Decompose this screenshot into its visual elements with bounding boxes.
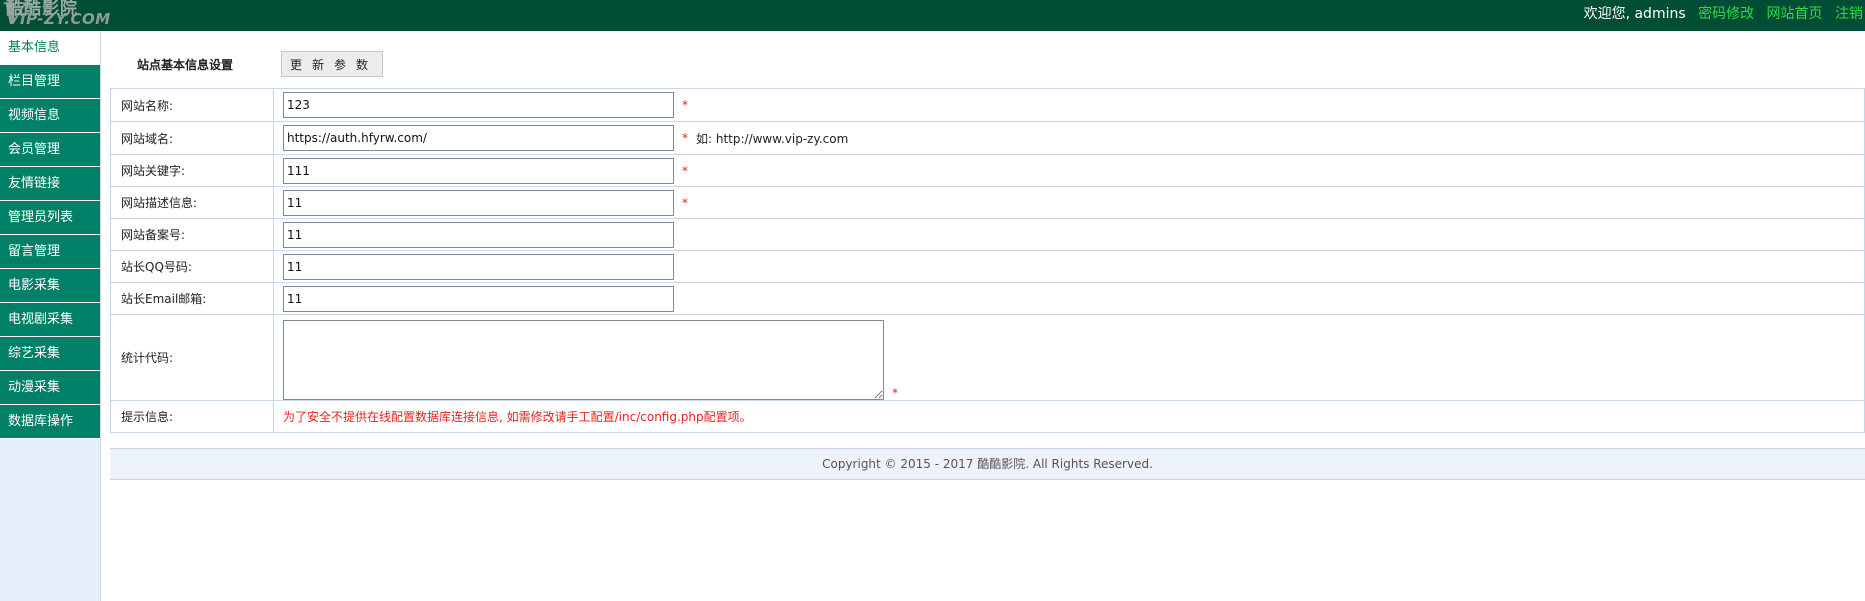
required-mark: * bbox=[892, 386, 898, 400]
required-mark: * bbox=[682, 131, 688, 145]
keywords-label: 网站关键字: bbox=[111, 155, 274, 186]
stats-code-label: 统计代码: bbox=[111, 315, 274, 400]
top-nav: 欢迎您, admins 密码修改 网站首页 注销 bbox=[1584, 3, 1863, 23]
row-qq: 站长QQ号码: bbox=[111, 251, 1864, 283]
logo-domain: IP-ZY.COM bbox=[20, 10, 111, 28]
page-title: 站点基本信息设置 bbox=[137, 58, 234, 72]
sidebar-item-videos[interactable]: 视频信息 bbox=[0, 99, 100, 133]
tip-label: 提示信息: bbox=[111, 401, 274, 432]
sidebar-item-tv-collect[interactable]: 电视剧采集 bbox=[0, 303, 100, 337]
row-site-name: 网站名称: * bbox=[111, 89, 1864, 122]
sidebar-item-messages[interactable]: 留言管理 bbox=[0, 235, 100, 269]
sidebar-item-category[interactable]: 栏目管理 bbox=[0, 65, 100, 99]
welcome-text: 欢迎您, admins bbox=[1583, 6, 1686, 22]
row-email: 站长Email邮箱: bbox=[111, 283, 1864, 315]
settings-form: 网站名称: * 网站域名: * 如: http://www.vip-zy.com… bbox=[110, 88, 1865, 433]
row-description: 网站描述信息: * bbox=[111, 187, 1864, 219]
description-label: 网站描述信息: bbox=[111, 187, 274, 218]
row-stats-code: 统计代码: * bbox=[111, 315, 1864, 401]
change-password-link[interactable]: 密码修改 bbox=[1698, 6, 1754, 22]
description-input[interactable] bbox=[283, 189, 674, 216]
footer-copyright: Copyright © 2015 - 2017 酷酷影院. All Rights… bbox=[110, 448, 1865, 480]
sidebar-item-database[interactable]: 数据库操作 bbox=[0, 405, 100, 439]
sidebar-item-members[interactable]: 会员管理 bbox=[0, 133, 100, 167]
required-mark: * bbox=[682, 195, 688, 210]
stats-code-textarea[interactable] bbox=[283, 320, 884, 400]
sidebar-item-admins[interactable]: 管理员列表 bbox=[0, 201, 100, 235]
qq-label: 站长QQ号码: bbox=[111, 251, 274, 282]
logout-link[interactable]: 注销 bbox=[1835, 6, 1863, 22]
sidebar-item-movie-collect[interactable]: 电影采集 bbox=[0, 269, 100, 303]
site-domain-label: 网站域名: bbox=[111, 122, 274, 154]
sidebar-item-variety-collect[interactable]: 综艺采集 bbox=[0, 337, 100, 371]
sidebar-item-basic-info[interactable]: 基本信息 bbox=[0, 31, 100, 65]
row-icp: 网站备案号: bbox=[111, 219, 1864, 251]
keywords-input[interactable] bbox=[283, 157, 674, 184]
required-mark: * bbox=[682, 163, 688, 178]
site-logo[interactable]: V 酷酷影院 IP-ZY.COM bbox=[0, 0, 130, 32]
email-label: 站长Email邮箱: bbox=[111, 283, 274, 314]
site-name-input[interactable] bbox=[283, 92, 674, 118]
required-mark: * bbox=[682, 98, 688, 112]
domain-hint: 如: http://www.vip-zy.com bbox=[696, 131, 849, 146]
main-content: 站点基本信息设置 更新参数 网站名称: * 网站域名: * 如: http://… bbox=[101, 31, 1865, 601]
site-home-link[interactable]: 网站首页 bbox=[1767, 6, 1823, 22]
site-name-label: 网站名称: bbox=[111, 89, 274, 121]
site-domain-input[interactable] bbox=[283, 125, 674, 151]
sidebar-item-friend-links[interactable]: 友情链接 bbox=[0, 167, 100, 201]
icp-input[interactable] bbox=[283, 221, 674, 248]
qq-input[interactable] bbox=[283, 253, 674, 280]
sidebar: 基本信息 栏目管理 视频信息 会员管理 友情链接 管理员列表 留言管理 电影采集… bbox=[0, 31, 101, 601]
top-bar: V 酷酷影院 IP-ZY.COM 欢迎您, admins 密码修改 网站首页 注… bbox=[0, 0, 1865, 32]
security-tip-text: 为了安全不提供在线配置数据库连接信息, 如需修改请手工配置/inc/config… bbox=[283, 410, 752, 424]
row-tip: 提示信息: 为了安全不提供在线配置数据库连接信息, 如需修改请手工配置/inc/… bbox=[111, 401, 1864, 432]
row-keywords: 网站关键字: * bbox=[111, 155, 1864, 187]
update-settings-button[interactable]: 更新参数 bbox=[281, 51, 383, 77]
email-input[interactable] bbox=[283, 285, 674, 312]
sidebar-item-anime-collect[interactable]: 动漫采集 bbox=[0, 371, 100, 405]
row-site-domain: 网站域名: * 如: http://www.vip-zy.com bbox=[111, 122, 1864, 155]
icp-label: 网站备案号: bbox=[111, 219, 274, 250]
